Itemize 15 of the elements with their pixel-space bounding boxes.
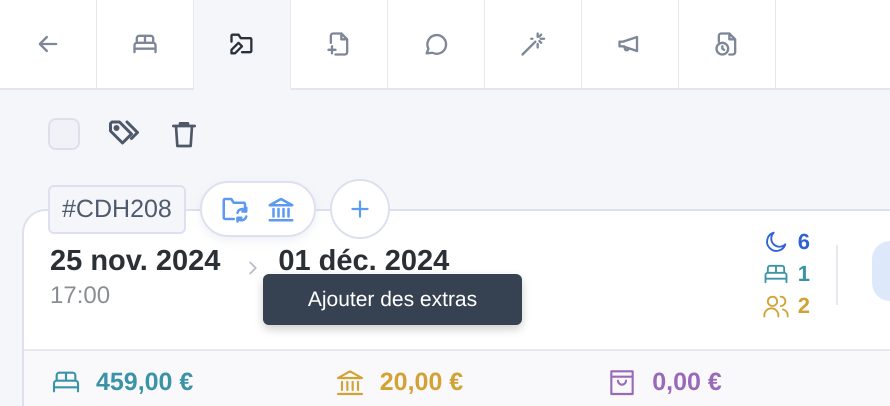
stat-value: 6: [798, 229, 810, 255]
magic-wand-icon: [519, 30, 547, 58]
arrival-time: 17:00: [50, 282, 112, 310]
tab[interactable]: [97, 0, 194, 90]
tooltip: Ajouter des extras: [263, 274, 522, 325]
tab[interactable]: [679, 0, 776, 90]
total-amount: 459,00 €: [96, 368, 194, 396]
stat-value: 2: [798, 293, 810, 319]
tab[interactable]: [194, 0, 291, 90]
stat-value: 1: [798, 261, 810, 287]
arrival-date: 25 nov. 2024: [50, 245, 220, 278]
total-amount: 20,00 €: [380, 368, 464, 396]
select-all-checkbox[interactable]: [48, 118, 80, 150]
booking-reference: #CDH208: [48, 184, 186, 234]
total-amount: 0,00 €: [652, 368, 722, 396]
